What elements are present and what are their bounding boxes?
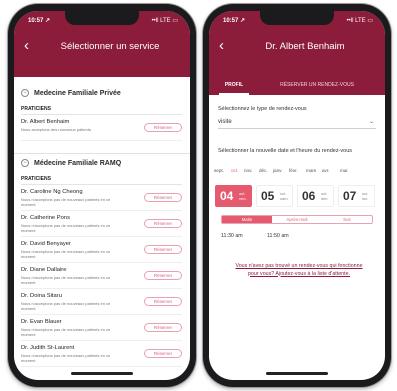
month-option[interactable]: févr. xyxy=(289,168,298,173)
period-selector: Matin Après-midi Soir xyxy=(221,215,373,224)
month-option[interactable]: mai xyxy=(340,168,347,173)
month-option[interactable]: avr. xyxy=(322,168,329,173)
date-weekday: oct. dim. xyxy=(321,191,329,201)
phone-left: 10:57 ↗ ••ll LTE ▭ ‹ Sélectionner un ser… xyxy=(8,4,196,387)
doctor-name: Dr. Doina Sitaru xyxy=(21,293,62,299)
month-option[interactable]: oct. xyxy=(231,168,238,173)
section-header[interactable]: − Médecine Familiale RAMQ xyxy=(21,159,182,167)
back-arrow-icon[interactable]: ‹ xyxy=(24,38,29,53)
status-icons: ••ll LTE ▭ xyxy=(151,18,178,24)
section-title: Médecine Familiale RAMQ xyxy=(34,159,122,167)
service-list-screen: 10:57 ↗ ••ll LTE ▭ ‹ Sélectionner un ser… xyxy=(14,11,190,380)
month-selector: sept. oct. nov. déc. janv. févr. mars avr. mai xyxy=(214,167,382,177)
time-slot[interactable]: 11:50 am xyxy=(267,233,289,239)
date-number: 05 xyxy=(261,189,275,203)
page-title: Sélectionner un service xyxy=(60,41,160,52)
collapse-circle-icon: − xyxy=(21,89,29,97)
date-option[interactable]: 07 oct. lun. xyxy=(338,185,375,207)
doctor-note: Nous n'acceptons pas de nouveaux patient… xyxy=(21,353,111,363)
booking-screen: 10:57 ↗ ••ll LTE ▭ ‹ Dr. Albert Benhaim … xyxy=(209,11,385,380)
date-weekday: oct. sam. xyxy=(280,191,289,201)
month-option[interactable]: déc. xyxy=(259,168,268,173)
doctor-name: Dr. Evan Blauer xyxy=(21,319,62,325)
date-option[interactable]: 04 oct. ven. xyxy=(215,185,252,207)
month-option[interactable]: janv. xyxy=(273,168,282,173)
doctor-note: Nous n'acceptons pas de nouveaux patient… xyxy=(21,327,111,337)
section-title: Medecine Familiale Privée xyxy=(34,89,121,97)
date-weekday: oct. lun. xyxy=(362,191,369,201)
doctor-row: Dr. Catherine Pons Nous n'acceptons pas d… xyxy=(21,211,182,237)
date-option[interactable]: 06 oct. dim. xyxy=(297,185,334,207)
reserve-button[interactable]: Réserver xyxy=(144,271,182,280)
doctor-note: Nous n'acceptons pas de nouveaux patient… xyxy=(21,275,111,285)
praticiens-label: PRATICIENS xyxy=(21,176,182,185)
doctor-row: Dr. Caroline Ng Cheong Nous n'acceptons p… xyxy=(21,185,182,211)
reserve-button[interactable]: Réserver xyxy=(144,323,182,332)
date-number: 07 xyxy=(343,189,357,203)
date-label: Sélectionner la nouvelle date et l'heure… xyxy=(218,148,353,154)
status-time: 10:57 ↗ xyxy=(223,18,246,24)
doctor-row: Dr. Doina Sitaru Nous n'acceptons pas de … xyxy=(21,289,182,315)
section-medecine-familiale-ramq: − Médecine Familiale RAMQ PRATICIENS Dr.… xyxy=(21,159,182,367)
time-slot[interactable]: 11:30 am xyxy=(221,233,243,239)
doctor-note: Nous n'acceptons pas de nouveaux patient… xyxy=(21,223,111,233)
period-option[interactable]: Soir xyxy=(322,216,372,223)
type-label: Sélectionnez le type de rendez-vous xyxy=(218,106,307,112)
doctor-name: Dr. Albert Benhaim xyxy=(21,119,70,125)
phone-right: 10:57 ↗ ••ll LTE ▭ ‹ Dr. Albert Benhaim … xyxy=(203,4,391,387)
doctor-name: Dr. Judith St-Laurent xyxy=(21,345,75,351)
doctor-row: Dr. David Benyayer Nous n'acceptons pas d… xyxy=(21,237,182,263)
tab-reserver[interactable]: RÉSERVER UN RENDEZ-VOUS xyxy=(261,77,373,95)
doctor-row: Dr. Judith St-Laurent Nous n'acceptons pa… xyxy=(21,341,182,367)
reserve-button[interactable]: Réserver xyxy=(144,245,182,254)
praticiens-label: PRATICIENS xyxy=(21,106,182,115)
section-header[interactable]: − Medecine Familiale Privée xyxy=(21,89,182,97)
home-indicator xyxy=(266,372,328,375)
month-option[interactable]: sept. xyxy=(214,168,224,173)
period-option[interactable]: Matin xyxy=(222,216,272,223)
doctor-note: Nous n'acceptons pas de nouveaux patient… xyxy=(21,197,111,207)
type-select-value: visite xyxy=(218,119,232,125)
collapse-circle-icon: − xyxy=(21,159,29,167)
reserve-button[interactable]: Réserver xyxy=(144,193,182,202)
tab-bar: PROFIL RÉSERVER UN RENDEZ-VOUS xyxy=(209,77,385,95)
date-number: 06 xyxy=(302,189,316,203)
period-option[interactable]: Après-midi xyxy=(272,216,322,223)
status-time: 10:57 ↗ xyxy=(28,18,51,24)
section-medecine-familiale-privee: − Medecine Familiale Privée PRATICIENS D… xyxy=(21,89,182,141)
date-selector: 04 oct. ven. 05 oct. sam. 06 oct. dim. 07 oct. … xyxy=(215,185,382,207)
type-select[interactable]: visite ⌄ xyxy=(218,115,376,129)
waitlist-link[interactable]: Vous n'avez pas trouvé un rendez-vous qu… xyxy=(231,263,367,278)
home-indicator xyxy=(71,372,133,375)
reserve-button[interactable]: Réserver xyxy=(144,123,182,132)
reserve-button[interactable]: Réserver xyxy=(144,297,182,306)
doctor-name: Dr. Catherine Pons xyxy=(21,215,70,221)
month-option[interactable]: nov. xyxy=(244,168,252,173)
doctor-row: Dr. Diane Dallaire Nous n'acceptons pas d… xyxy=(21,263,182,289)
doctor-note: Nous acceptons des nouveaux patients xyxy=(21,127,91,132)
section-divider xyxy=(14,153,190,154)
reserve-button[interactable]: Réserver xyxy=(144,349,182,358)
page-title: Dr. Albert Benhaim xyxy=(265,41,345,52)
back-arrow-icon[interactable]: ‹ xyxy=(219,38,224,53)
notch xyxy=(65,11,139,25)
doctor-row: Dr. Albert Benhaim Nous acceptons des no… xyxy=(21,115,182,141)
date-weekday: oct. ven. xyxy=(239,191,247,201)
month-option[interactable]: mars xyxy=(306,168,316,173)
tab-profil[interactable]: PROFIL xyxy=(219,77,249,95)
time-slots: 11:30 am 11:50 am xyxy=(221,233,373,242)
doctor-note: Nous n'acceptons pas de nouveaux patient… xyxy=(21,249,111,259)
doctor-name: Dr. Diane Dallaire xyxy=(21,267,67,273)
status-icons: ••ll LTE ▭ xyxy=(346,18,373,24)
chevron-down-icon: ⌄ xyxy=(368,119,374,125)
notch xyxy=(260,11,334,25)
doctor-note: Nous n'acceptons pas de nouveaux patient… xyxy=(21,301,111,311)
date-number: 04 xyxy=(220,189,234,203)
doctor-name: Dr. Caroline Ng Cheong xyxy=(21,189,83,195)
reserve-button[interactable]: Réserver xyxy=(144,219,182,228)
doctor-list: Dr. Caroline Ng Cheong Nous n'acceptons p… xyxy=(21,185,182,367)
date-option[interactable]: 05 oct. sam. xyxy=(256,185,293,207)
doctor-name: Dr. David Benyayer xyxy=(21,241,71,247)
doctor-row: Dr. Evan Blauer Nous n'acceptons pas de n… xyxy=(21,315,182,341)
